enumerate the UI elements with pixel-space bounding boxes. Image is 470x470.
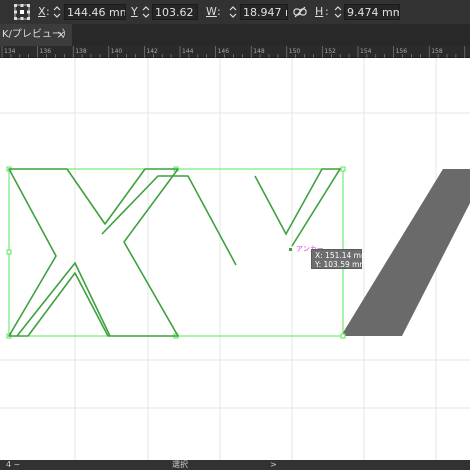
ruler-tick-label: 144 [182,48,194,55]
ruler-tick-label: 156 [396,48,408,55]
y-input[interactable]: 103.62 mm [152,4,198,20]
ruler-tick-label: 158 [431,48,443,55]
selection-handle[interactable] [340,333,346,339]
ruler-tick-label: 134 [4,48,16,55]
current-tool-label: 選択 [172,460,188,469]
ruler-tick-label: 140 [111,48,123,55]
control-bar: X : 144.46 mm Y 103.62 mm W : 18.947 mm … [0,0,470,24]
ruler-svg: 134 136 138 140 142 144 146 148 150 152 154 156 158 [1,46,466,58]
w-colon: : [217,5,221,18]
selection-bounding-box[interactable] [8,168,344,337]
coordinate-tooltip: X: 151.14 mm Y: 103.59 mm [311,249,369,269]
reference-point-grid-icon[interactable] [14,4,30,20]
h-input[interactable]: 9.474 mm [344,4,400,20]
h-colon: : [325,5,329,18]
x-stepper-icon[interactable] [53,5,61,19]
h-stepper-icon[interactable] [334,5,342,19]
ruler-tick-label: 154 [360,48,372,55]
zoom-readout[interactable]: 4 ~ [6,460,46,470]
ruler-tick-label: 146 [218,48,230,55]
status-menu-arrow-icon[interactable]: > [270,460,290,470]
ruler-tick-label: 150 [289,48,301,55]
w-input[interactable]: 18.947 mm [240,4,288,20]
w-label: W [206,5,217,18]
ruler-tick-label: 152 [324,48,336,55]
h-label: H [315,5,324,18]
canvas-svg [0,58,470,460]
horizontal-ruler[interactable]: 134 136 138 140 142 144 146 148 150 152 154 156 158 [0,46,470,58]
document-tab-bar: K/プレビュー） × [0,24,470,46]
ruler-tick-label: 136 [40,48,52,55]
letter-y-left-stroke[interactable] [101,175,237,266]
x-input[interactable]: 144.46 mm [64,4,126,20]
letter-y-right-arm[interactable] [254,168,342,247]
artboard-canvas[interactable]: アンカー X: 151.14 mm Y: 103.59 mm [0,58,470,460]
tooltip-y-line: Y: 103.59 mm [315,260,367,269]
ruler-tick-label: 138 [75,48,87,55]
anchor-point[interactable] [289,248,292,251]
selection-handle[interactable] [6,249,12,255]
y-label: Y [131,5,138,18]
selection-handle[interactable] [340,166,346,172]
x-label: X [38,5,46,18]
w-stepper-icon[interactable] [229,5,237,19]
ruler-tick-label: 148 [253,48,265,55]
tab-close-icon[interactable]: × [56,24,66,46]
x-colon: : [46,5,50,18]
chain-link-icon[interactable] [293,5,307,19]
letter-x-outline[interactable] [8,168,179,337]
status-bar: 4 ~ 選択 > [0,460,470,470]
ruler-tick-label: 142 [146,48,158,55]
y-stepper-icon[interactable] [142,5,150,19]
tooltip-x-line: X: 151.14 mm [315,251,369,260]
